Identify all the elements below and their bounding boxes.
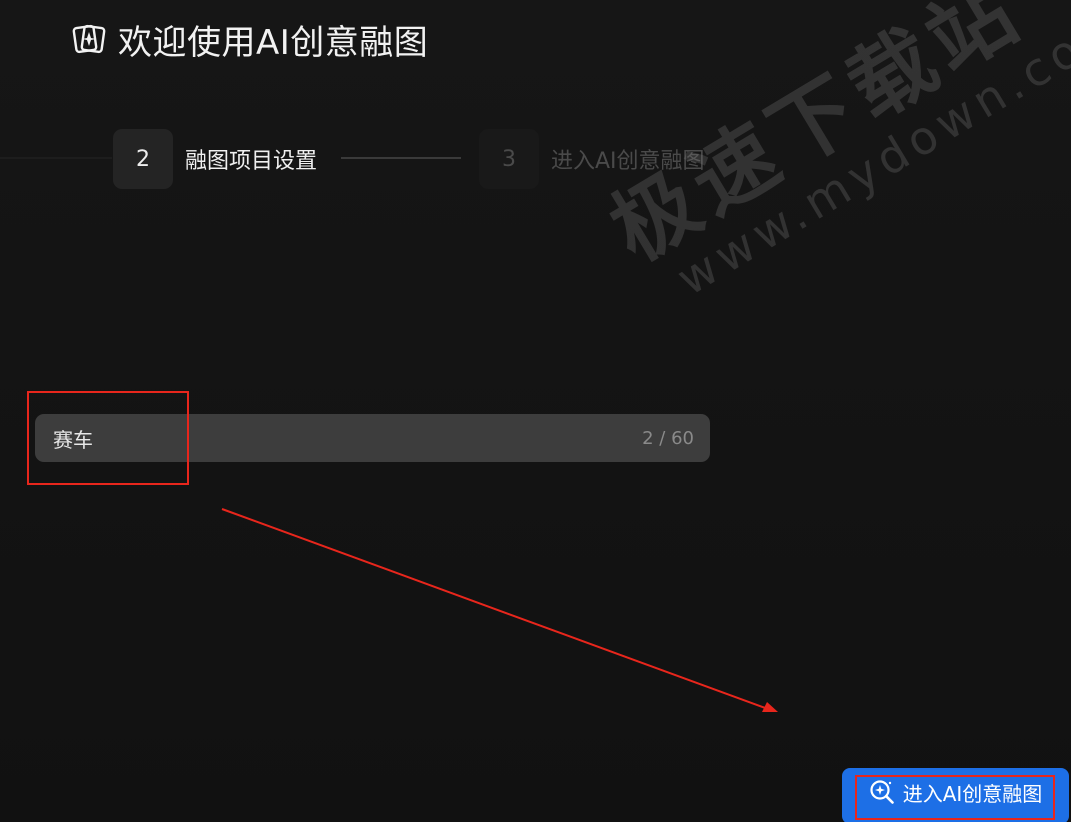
sparkle-frame-icon bbox=[72, 22, 106, 56]
app-page: 欢迎使用AI创意融图 2 融图项目设置 3 进入AI创意融图 极速下载站 www… bbox=[0, 0, 1071, 822]
step-number: 3 bbox=[479, 129, 539, 189]
step-project-settings[interactable]: 2 融图项目设置 bbox=[113, 129, 317, 189]
page-header: 欢迎使用AI创意融图 bbox=[72, 16, 429, 63]
char-counter: 2 / 60 bbox=[642, 427, 694, 449]
step-number: 2 bbox=[113, 129, 173, 189]
step-label: 进入AI创意融图 bbox=[551, 149, 705, 174]
step-label: 融图项目设置 bbox=[185, 149, 318, 174]
watermark-url: www.mydown.com bbox=[667, 0, 1071, 306]
stepper-line bbox=[0, 157, 112, 159]
annotation-box-input bbox=[27, 391, 189, 485]
step-enter-creative[interactable]: 3 进入AI创意融图 bbox=[479, 129, 705, 189]
page-title: 欢迎使用AI创意融图 bbox=[118, 22, 429, 63]
annotation-box-button bbox=[855, 775, 1055, 820]
step-connector bbox=[341, 157, 461, 159]
